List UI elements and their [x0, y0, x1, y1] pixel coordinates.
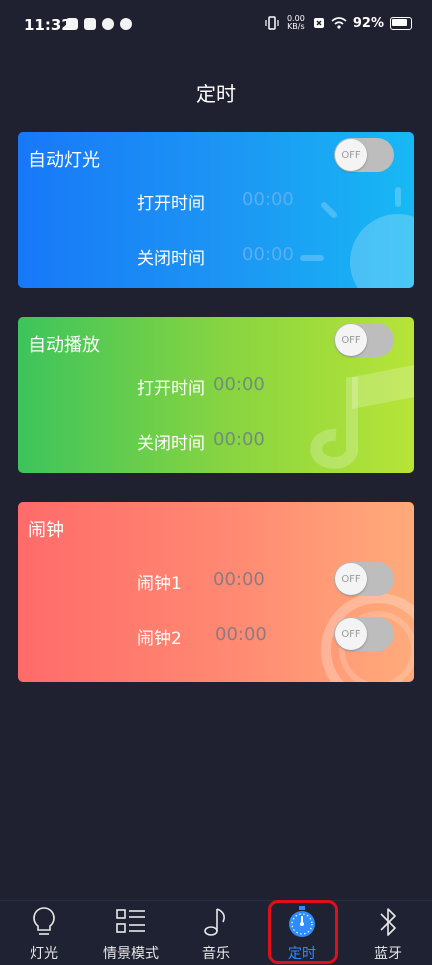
battery-percent: 92% [352, 15, 384, 31]
auto-play-close-label: 关闭时间 [137, 434, 205, 454]
auto-play-open-time[interactable]: 00:00 [213, 374, 265, 395]
auto-play-title: 自动播放 [28, 335, 100, 356]
alarm2-label: 闹钟2 [137, 629, 182, 649]
auto-light-open-time[interactable]: 00:00 [242, 189, 294, 210]
vibrate-icon [265, 16, 279, 30]
play-notification-icon [102, 18, 114, 30]
auto-light-title: 自动灯光 [28, 150, 100, 171]
active-tab-highlight [268, 900, 338, 964]
tab-music[interactable]: 音乐 [186, 901, 246, 965]
tab-music-label: 音乐 [202, 946, 230, 962]
tab-light-label: 灯光 [30, 946, 58, 962]
wechat-notification-icon [120, 18, 132, 30]
mail-notification-icon [84, 18, 96, 30]
auto-play-toggle[interactable]: OFF [334, 323, 394, 357]
auto-light-close-label: 关闭时间 [137, 249, 205, 269]
toggle-state: OFF [341, 573, 361, 585]
alarm-card: 闹钟 闹钟1 00:00 OFF 闹钟2 00:00 OFF [18, 502, 414, 682]
toggle-knob: OFF [335, 324, 367, 356]
bottom-tab-bar: 灯光 情景模式 音乐 定时 蓝牙 [0, 900, 432, 965]
auto-play-close-time[interactable]: 00:00 [213, 429, 265, 450]
list-grid-icon [116, 909, 145, 933]
toggle-state: OFF [341, 628, 361, 640]
app-notification-icon [66, 18, 78, 30]
status-bar: 11:32 0.00 KB/s 92% [0, 0, 432, 50]
toggle-state: OFF [341, 149, 361, 161]
page-title: 定时 [196, 82, 236, 106]
status-right: 0.00 KB/s 92% [265, 15, 412, 31]
auto-play-card: 自动播放 OFF 打开时间 00:00 关闭时间 00:00 [18, 317, 414, 473]
tab-bluetooth-label: 蓝牙 [374, 946, 402, 962]
toggle-knob: OFF [335, 563, 367, 595]
tab-scene-label: 情景模式 [103, 946, 159, 962]
battery-icon [390, 16, 412, 30]
alarm2-time[interactable]: 00:00 [215, 624, 267, 645]
sim-icon [313, 18, 324, 28]
auto-light-card: 自动灯光 OFF 打开时间 00:00 关闭时间 00:00 [18, 132, 414, 288]
alarm1-time[interactable]: 00:00 [213, 569, 265, 590]
tab-light[interactable]: 灯光 [14, 901, 74, 965]
notification-icons [66, 18, 132, 30]
music-note-icon [204, 908, 225, 936]
status-time: 11:32 [24, 16, 72, 34]
alarm1-toggle[interactable]: OFF [334, 562, 394, 596]
auto-light-toggle[interactable]: OFF [334, 138, 394, 172]
toggle-knob: OFF [335, 618, 367, 650]
auto-play-open-label: 打开时间 [137, 379, 205, 399]
alarm2-toggle[interactable]: OFF [334, 617, 394, 651]
bluetooth-icon [380, 908, 396, 936]
wifi-icon [331, 17, 347, 29]
network-speed: 0.00 KB/s [286, 14, 305, 31]
tab-scene[interactable]: 情景模式 [95, 901, 167, 965]
light-bulb-icon [33, 907, 55, 935]
toggle-knob: OFF [335, 139, 367, 171]
auto-light-close-time[interactable]: 00:00 [242, 244, 294, 265]
toggle-state: OFF [341, 334, 361, 346]
tab-bluetooth[interactable]: 蓝牙 [358, 901, 418, 965]
alarm1-label: 闹钟1 [137, 574, 182, 594]
alarm-title: 闹钟 [28, 520, 64, 541]
auto-light-open-label: 打开时间 [137, 194, 205, 214]
